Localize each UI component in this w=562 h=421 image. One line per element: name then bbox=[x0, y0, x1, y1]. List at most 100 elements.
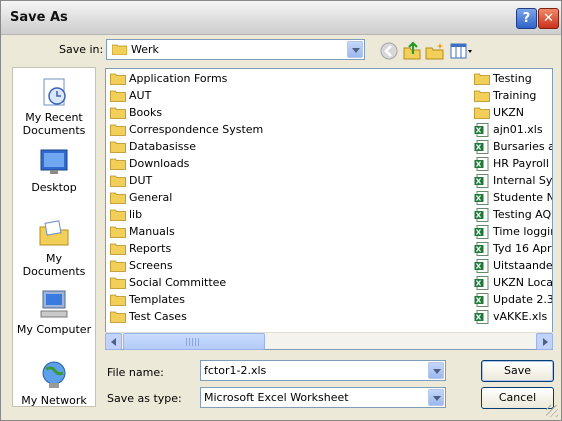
recent-documents-icon bbox=[43, 78, 66, 106]
list-item[interactable]: Time logging. bbox=[474, 224, 552, 240]
folder-icon bbox=[110, 124, 126, 136]
file-name-value: fctor1-2.xls bbox=[204, 364, 267, 377]
cancel-button[interactable]: Cancel bbox=[481, 387, 554, 409]
list-item-label: General bbox=[129, 191, 173, 204]
folder-icon bbox=[110, 260, 126, 272]
close-button[interactable]: ✕ bbox=[538, 8, 559, 29]
my-network-icon bbox=[42, 361, 66, 388]
my-documents-icon bbox=[39, 220, 69, 246]
scroll-left-icon[interactable] bbox=[105, 333, 122, 350]
list-item[interactable]: Training bbox=[474, 88, 552, 104]
save-as-type-select[interactable]: Microsoft Excel Worksheet bbox=[200, 387, 446, 408]
list-item-label: DUT bbox=[129, 174, 153, 187]
excel-file-icon bbox=[474, 123, 489, 137]
list-item[interactable]: ajn01.xls bbox=[474, 122, 552, 138]
folder-icon bbox=[110, 311, 126, 323]
excel-file-icon bbox=[474, 157, 489, 171]
list-item[interactable]: Testing bbox=[474, 71, 552, 87]
list-item[interactable]: HR Payroll M bbox=[474, 156, 552, 172]
folder-icon bbox=[110, 294, 126, 306]
folder-icon bbox=[110, 90, 126, 102]
list-item[interactable]: Internal Syst bbox=[474, 173, 553, 189]
save-as-type-value: Microsoft Excel Worksheet bbox=[204, 391, 349, 404]
save-button[interactable]: Save bbox=[481, 360, 554, 382]
list-item-label: Social Committee bbox=[129, 276, 227, 289]
folder-icon bbox=[110, 141, 126, 153]
place-label: My Network bbox=[21, 394, 87, 407]
list-item-label: Update 2.3.x bbox=[493, 293, 552, 306]
place-my-network[interactable]: My Network bbox=[13, 359, 95, 407]
list-item-label: UKZN Local S bbox=[493, 276, 553, 289]
chevron-down-icon[interactable] bbox=[428, 389, 444, 406]
list-item[interactable]: Bursaries and bbox=[474, 139, 552, 155]
list-item[interactable]: Studente Non bbox=[474, 190, 552, 206]
list-item-label: AUT bbox=[129, 89, 152, 102]
scroll-thumb[interactable] bbox=[123, 333, 265, 350]
help-button[interactable]: ? bbox=[516, 8, 537, 29]
list-item-label: Books bbox=[129, 106, 163, 119]
list-item-label: Testing bbox=[493, 72, 532, 85]
save-as-dialog: Save As ? ✕ Save in: Werk My Recent Docu… bbox=[0, 0, 562, 421]
list-item-label: Correspondence System bbox=[129, 123, 264, 136]
list-item[interactable]: Update 2.3.x bbox=[474, 292, 552, 308]
list-item-label: vAKKE.xls bbox=[493, 310, 548, 323]
place-label: My Recent Documents bbox=[22, 111, 86, 137]
place-my-recent-documents[interactable]: My Recent Documents bbox=[13, 76, 95, 137]
folder-icon bbox=[110, 209, 126, 221]
excel-file-icon bbox=[474, 140, 489, 154]
excel-file-icon bbox=[474, 225, 489, 239]
up-folder-icon[interactable] bbox=[402, 41, 422, 61]
list-item-label: Downloads bbox=[129, 157, 190, 170]
new-folder-icon[interactable] bbox=[425, 41, 445, 61]
save-in-label: Save in: bbox=[59, 43, 104, 56]
place-label: My Computer bbox=[16, 323, 92, 336]
title-bar[interactable]: Save As ? ✕ bbox=[1, 1, 561, 35]
excel-file-icon bbox=[474, 174, 489, 188]
place-my-computer[interactable]: My Computer bbox=[13, 288, 95, 336]
folder-icon bbox=[110, 175, 126, 187]
list-item-label: Bursaries and bbox=[493, 140, 552, 153]
excel-file-icon bbox=[474, 259, 489, 273]
folder-icon bbox=[112, 44, 127, 55]
folder-icon bbox=[474, 90, 490, 102]
list-item-label: Manuals bbox=[129, 225, 175, 238]
list-item-label: Internal Syst bbox=[493, 174, 553, 187]
dialog-title: Save As bbox=[10, 10, 68, 25]
excel-file-icon bbox=[474, 276, 489, 290]
list-item[interactable]: UKZN Local S bbox=[474, 275, 553, 291]
save-in-value: Werk bbox=[131, 43, 159, 56]
folder-icon bbox=[474, 107, 490, 119]
list-item[interactable]: Tyd 16 April 2 bbox=[474, 241, 552, 257]
list-item-label: Templates bbox=[129, 293, 185, 306]
folder-icon bbox=[110, 226, 126, 238]
list-item[interactable]: Uitstaande H bbox=[474, 258, 553, 274]
save-as-type-label: Save as type: bbox=[107, 392, 182, 405]
list-item-label: Application Forms bbox=[129, 72, 228, 85]
views-menu-icon[interactable] bbox=[450, 41, 474, 61]
folder-icon bbox=[110, 158, 126, 170]
excel-file-icon bbox=[474, 310, 489, 324]
grip-icon bbox=[186, 338, 200, 346]
list-item-label: Time logging. bbox=[493, 225, 552, 238]
file-list[interactable]: Application Forms AUT Books Correspondence … bbox=[105, 68, 553, 350]
back-icon[interactable] bbox=[379, 41, 399, 61]
chevron-down-icon[interactable] bbox=[428, 362, 444, 379]
list-item[interactable]: Testing AQS. bbox=[474, 207, 552, 223]
resize-grip-icon[interactable] bbox=[546, 405, 558, 417]
file-name-input[interactable]: fctor1-2.xls bbox=[200, 360, 446, 381]
save-in-combo[interactable]: Werk bbox=[106, 39, 365, 60]
place-my-documents[interactable]: My Documents bbox=[13, 217, 95, 278]
list-item-label: Studente Non bbox=[493, 191, 552, 204]
list-item-label: Testing AQS. bbox=[493, 208, 552, 221]
horizontal-scrollbar[interactable] bbox=[105, 332, 553, 350]
place-desktop[interactable]: Desktop bbox=[13, 146, 95, 194]
list-item[interactable]: UKZN bbox=[474, 105, 552, 121]
folder-icon bbox=[110, 107, 126, 119]
list-item-label: Uitstaande H bbox=[493, 259, 553, 272]
chevron-down-icon[interactable] bbox=[347, 41, 363, 58]
places-bar: My Recent Documents Desktop My Documents bbox=[12, 67, 96, 407]
list-item[interactable]: vAKKE.xls bbox=[474, 309, 552, 325]
scroll-right-icon[interactable] bbox=[536, 333, 553, 350]
excel-file-icon bbox=[474, 293, 489, 307]
place-label: My Documents bbox=[22, 252, 86, 278]
